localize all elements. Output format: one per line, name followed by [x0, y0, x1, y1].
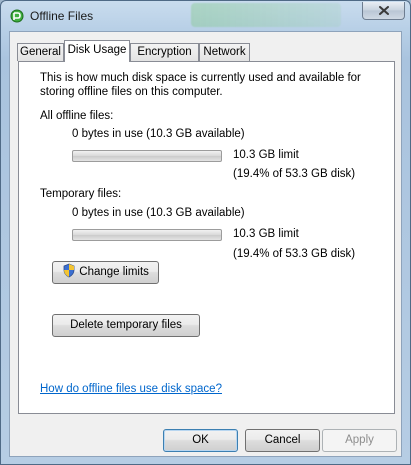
apply-label: Apply	[345, 434, 374, 446]
all-offline-files-usage: 0 bytes in use (10.3 GB available)	[72, 128, 245, 140]
temporary-files-heading: Temporary files:	[40, 188, 122, 200]
ok-button[interactable]: OK	[163, 429, 238, 452]
cancel-label: Cancel	[264, 434, 301, 446]
tab-general[interactable]: General	[17, 43, 64, 61]
offline-files-icon	[10, 9, 24, 23]
window-title: Offline Files	[30, 9, 94, 23]
description-text: This is how much disk space is currently…	[40, 72, 361, 98]
change-limits-button[interactable]: Change limits	[52, 261, 159, 284]
title-bar[interactable]: Offline Files	[1, 1, 410, 31]
ok-label: OK	[192, 434, 209, 446]
temporary-files-usage: 0 bytes in use (10.3 GB available)	[72, 207, 245, 219]
uac-shield-icon	[63, 263, 75, 278]
temporary-files-limit: 10.3 GB limit	[233, 228, 299, 240]
all-offline-files-percent: (19.4% of 53.3 GB disk)	[233, 168, 356, 180]
all-offline-files-limit: 10.3 GB limit	[233, 149, 299, 161]
dialog-body: General Disk Usage Encryption Network Th…	[9, 31, 402, 457]
delete-temporary-files-label: Delete temporary files	[70, 319, 182, 331]
close-icon	[379, 6, 389, 15]
tab-encryption[interactable]: Encryption	[130, 43, 199, 61]
tab-network[interactable]: Network	[199, 43, 250, 61]
delete-temporary-files-button[interactable]: Delete temporary files	[52, 314, 200, 337]
all-offline-files-usage-bar	[72, 150, 222, 162]
apply-button[interactable]: Apply	[322, 429, 397, 452]
tab-disk-usage[interactable]: Disk Usage	[64, 40, 130, 62]
temporary-files-percent: (19.4% of 53.3 GB disk)	[233, 248, 356, 260]
change-limits-label: Change limits	[79, 266, 149, 278]
disk-usage-panel: This is how much disk space is currently…	[18, 61, 395, 414]
cancel-button[interactable]: Cancel	[245, 429, 320, 452]
all-offline-files-heading: All offline files:	[40, 110, 114, 122]
disk-space-help-link[interactable]: How do offline files use disk space?	[40, 383, 222, 395]
background-window-ghost	[191, 3, 341, 27]
close-button[interactable]	[362, 2, 405, 20]
offline-files-window: Offline Files General Disk Usage Encrypt…	[0, 0, 411, 465]
temporary-files-usage-bar	[72, 229, 222, 241]
